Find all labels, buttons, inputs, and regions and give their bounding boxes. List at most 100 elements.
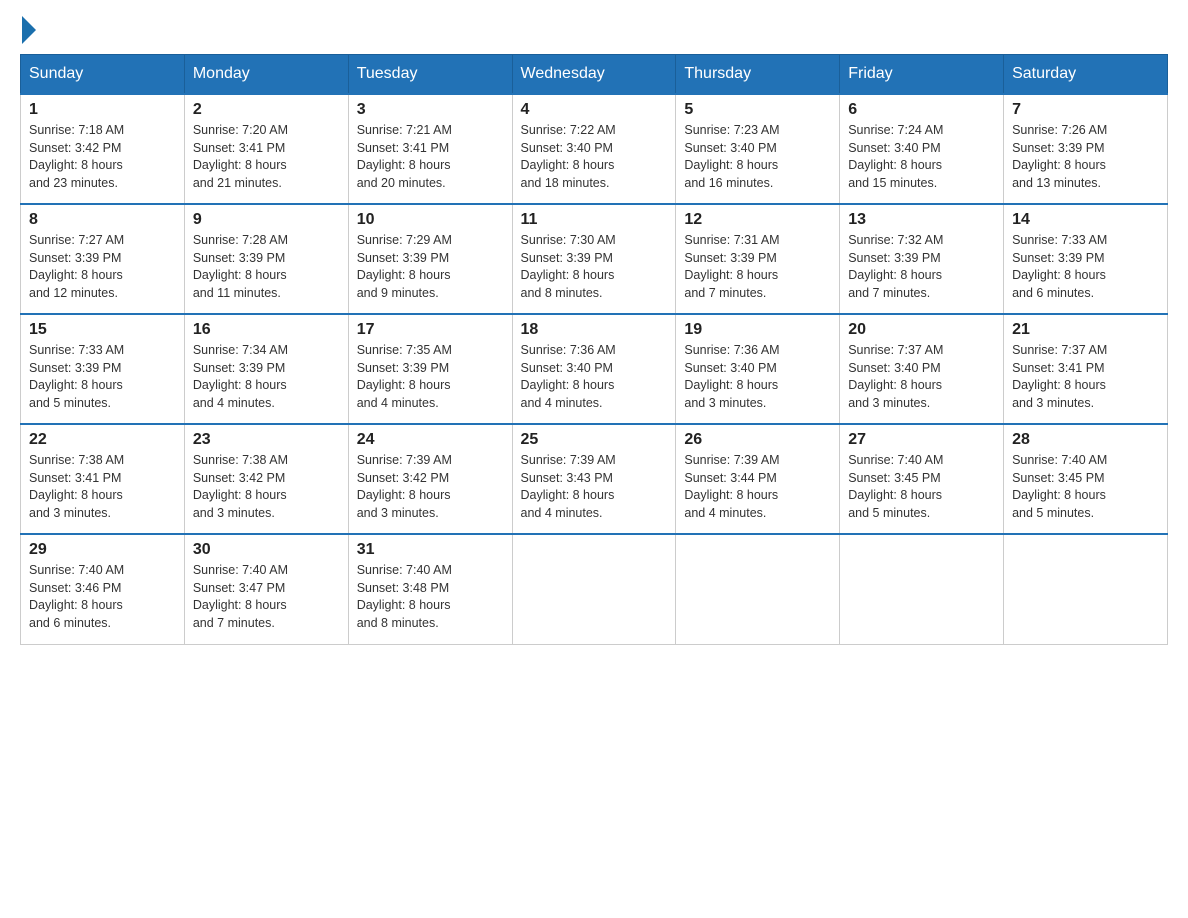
day-number: 26 xyxy=(684,431,831,449)
day-info: Sunrise: 7:40 AMSunset: 3:48 PMDaylight:… xyxy=(357,562,504,632)
calendar-header-sunday: Sunday xyxy=(21,55,185,95)
calendar-cell: 7 Sunrise: 7:26 AMSunset: 3:39 PMDaylight… xyxy=(1004,94,1168,204)
day-number: 10 xyxy=(357,211,504,229)
calendar-cell: 5 Sunrise: 7:23 AMSunset: 3:40 PMDaylight… xyxy=(676,94,840,204)
day-info: Sunrise: 7:22 AMSunset: 3:40 PMDaylight:… xyxy=(521,122,668,192)
calendar-header-tuesday: Tuesday xyxy=(348,55,512,95)
week-row-5: 29 Sunrise: 7:40 AMSunset: 3:46 PMDayligh… xyxy=(21,534,1168,644)
day-info: Sunrise: 7:37 AMSunset: 3:41 PMDaylight:… xyxy=(1012,342,1159,412)
calendar-cell: 3Sunrise: 7:21 AMSunset: 3:41 PMDaylight… xyxy=(348,94,512,204)
calendar-cell: 9Sunrise: 7:28 AMSunset: 3:39 PMDaylight… xyxy=(184,204,348,314)
day-info: Sunrise: 7:27 AMSunset: 3:39 PMDaylight:… xyxy=(29,232,176,302)
calendar-header-monday: Monday xyxy=(184,55,348,95)
calendar-cell: 16Sunrise: 7:34 AMSunset: 3:39 PMDayligh… xyxy=(184,314,348,424)
day-number: 13 xyxy=(848,211,995,229)
day-number: 23 xyxy=(193,431,340,449)
calendar-cell xyxy=(512,534,676,644)
day-number: 2 xyxy=(193,101,340,119)
day-number: 19 xyxy=(684,321,831,339)
calendar-cell: 15Sunrise: 7:33 AMSunset: 3:39 PMDayligh… xyxy=(21,314,185,424)
day-number: 21 xyxy=(1012,321,1159,339)
calendar-cell: 30 Sunrise: 7:40 AMSunset: 3:47 PMDayligh… xyxy=(184,534,348,644)
calendar-cell: 11Sunrise: 7:30 AMSunset: 3:39 PMDayligh… xyxy=(512,204,676,314)
day-info: Sunrise: 7:26 AMSunset: 3:39 PMDaylight:… xyxy=(1012,122,1159,192)
day-info: Sunrise: 7:40 AMSunset: 3:45 PMDaylight:… xyxy=(848,452,995,522)
day-info: Sunrise: 7:38 AMSunset: 3:42 PMDaylight:… xyxy=(193,452,340,522)
day-number: 14 xyxy=(1012,211,1159,229)
day-number: 22 xyxy=(29,431,176,449)
day-info: Sunrise: 7:33 AMSunset: 3:39 PMDaylight:… xyxy=(29,342,176,412)
calendar-cell: 13 Sunrise: 7:32 AMSunset: 3:39 PMDayligh… xyxy=(840,204,1004,314)
calendar-cell: 29 Sunrise: 7:40 AMSunset: 3:46 PMDayligh… xyxy=(21,534,185,644)
day-number: 31 xyxy=(357,541,504,559)
day-info: Sunrise: 7:29 AMSunset: 3:39 PMDaylight:… xyxy=(357,232,504,302)
day-info: Sunrise: 7:39 AMSunset: 3:43 PMDaylight:… xyxy=(521,452,668,522)
day-info: Sunrise: 7:39 AMSunset: 3:44 PMDaylight:… xyxy=(684,452,831,522)
day-info: Sunrise: 7:30 AMSunset: 3:39 PMDaylight:… xyxy=(521,232,668,302)
day-number: 17 xyxy=(357,321,504,339)
page-header xyxy=(20,20,1168,38)
calendar-cell: 22 Sunrise: 7:38 AMSunset: 3:41 PMDayligh… xyxy=(21,424,185,534)
day-number: 1 xyxy=(29,101,176,119)
calendar-cell: 27 Sunrise: 7:40 AMSunset: 3:45 PMDayligh… xyxy=(840,424,1004,534)
calendar-cell: 17 Sunrise: 7:35 AMSunset: 3:39 PMDayligh… xyxy=(348,314,512,424)
day-info: Sunrise: 7:38 AMSunset: 3:41 PMDaylight:… xyxy=(29,452,176,522)
day-number: 16 xyxy=(193,321,340,339)
calendar-cell: 14 Sunrise: 7:33 AMSunset: 3:39 PMDayligh… xyxy=(1004,204,1168,314)
day-info: Sunrise: 7:35 AMSunset: 3:39 PMDaylight:… xyxy=(357,342,504,412)
day-number: 30 xyxy=(193,541,340,559)
calendar-cell: 20 Sunrise: 7:37 AMSunset: 3:40 PMDayligh… xyxy=(840,314,1004,424)
calendar-cell: 8Sunrise: 7:27 AMSunset: 3:39 PMDaylight… xyxy=(21,204,185,314)
calendar-cell: 28 Sunrise: 7:40 AMSunset: 3:45 PMDayligh… xyxy=(1004,424,1168,534)
calendar-table: SundayMondayTuesdayWednesdayThursdayFrid… xyxy=(20,54,1168,645)
day-info: Sunrise: 7:28 AMSunset: 3:39 PMDaylight:… xyxy=(193,232,340,302)
day-info: Sunrise: 7:40 AMSunset: 3:47 PMDaylight:… xyxy=(193,562,340,632)
logo-text xyxy=(20,20,36,44)
day-number: 25 xyxy=(521,431,668,449)
day-number: 24 xyxy=(357,431,504,449)
week-row-4: 22 Sunrise: 7:38 AMSunset: 3:41 PMDayligh… xyxy=(21,424,1168,534)
calendar-cell: 1Sunrise: 7:18 AMSunset: 3:42 PMDaylight… xyxy=(21,94,185,204)
calendar-cell: 26 Sunrise: 7:39 AMSunset: 3:44 PMDayligh… xyxy=(676,424,840,534)
day-info: Sunrise: 7:37 AMSunset: 3:40 PMDaylight:… xyxy=(848,342,995,412)
day-number: 28 xyxy=(1012,431,1159,449)
day-info: Sunrise: 7:20 AMSunset: 3:41 PMDaylight:… xyxy=(193,122,340,192)
calendar-cell: 19Sunrise: 7:36 AMSunset: 3:40 PMDayligh… xyxy=(676,314,840,424)
calendar-header-friday: Friday xyxy=(840,55,1004,95)
calendar-cell: 18 Sunrise: 7:36 AMSunset: 3:40 PMDayligh… xyxy=(512,314,676,424)
day-number: 5 xyxy=(684,101,831,119)
week-row-2: 8Sunrise: 7:27 AMSunset: 3:39 PMDaylight… xyxy=(21,204,1168,314)
day-info: Sunrise: 7:36 AMSunset: 3:40 PMDaylight:… xyxy=(521,342,668,412)
calendar-cell: 24Sunrise: 7:39 AMSunset: 3:42 PMDayligh… xyxy=(348,424,512,534)
day-info: Sunrise: 7:33 AMSunset: 3:39 PMDaylight:… xyxy=(1012,232,1159,302)
calendar-cell: 31 Sunrise: 7:40 AMSunset: 3:48 PMDayligh… xyxy=(348,534,512,644)
day-info: Sunrise: 7:31 AMSunset: 3:39 PMDaylight:… xyxy=(684,232,831,302)
calendar-cell: 2 Sunrise: 7:20 AMSunset: 3:41 PMDaylight… xyxy=(184,94,348,204)
day-number: 20 xyxy=(848,321,995,339)
calendar-cell: 25 Sunrise: 7:39 AMSunset: 3:43 PMDayligh… xyxy=(512,424,676,534)
calendar-header-saturday: Saturday xyxy=(1004,55,1168,95)
calendar-cell: 12 Sunrise: 7:31 AMSunset: 3:39 PMDayligh… xyxy=(676,204,840,314)
calendar-header-thursday: Thursday xyxy=(676,55,840,95)
day-number: 29 xyxy=(29,541,176,559)
day-number: 12 xyxy=(684,211,831,229)
day-number: 4 xyxy=(521,101,668,119)
day-info: Sunrise: 7:23 AMSunset: 3:40 PMDaylight:… xyxy=(684,122,831,192)
calendar-cell: 6 Sunrise: 7:24 AMSunset: 3:40 PMDaylight… xyxy=(840,94,1004,204)
day-number: 18 xyxy=(521,321,668,339)
week-row-1: 1Sunrise: 7:18 AMSunset: 3:42 PMDaylight… xyxy=(21,94,1168,204)
logo xyxy=(20,20,36,38)
day-info: Sunrise: 7:40 AMSunset: 3:45 PMDaylight:… xyxy=(1012,452,1159,522)
day-number: 6 xyxy=(848,101,995,119)
day-number: 27 xyxy=(848,431,995,449)
calendar-cell xyxy=(1004,534,1168,644)
calendar-cell: 21 Sunrise: 7:37 AMSunset: 3:41 PMDayligh… xyxy=(1004,314,1168,424)
day-info: Sunrise: 7:32 AMSunset: 3:39 PMDaylight:… xyxy=(848,232,995,302)
calendar-header-wednesday: Wednesday xyxy=(512,55,676,95)
day-info: Sunrise: 7:40 AMSunset: 3:46 PMDaylight:… xyxy=(29,562,176,632)
calendar-cell: 4 Sunrise: 7:22 AMSunset: 3:40 PMDaylight… xyxy=(512,94,676,204)
day-number: 7 xyxy=(1012,101,1159,119)
day-info: Sunrise: 7:24 AMSunset: 3:40 PMDaylight:… xyxy=(848,122,995,192)
logo-triangle-icon xyxy=(22,16,36,44)
calendar-cell: 10 Sunrise: 7:29 AMSunset: 3:39 PMDayligh… xyxy=(348,204,512,314)
